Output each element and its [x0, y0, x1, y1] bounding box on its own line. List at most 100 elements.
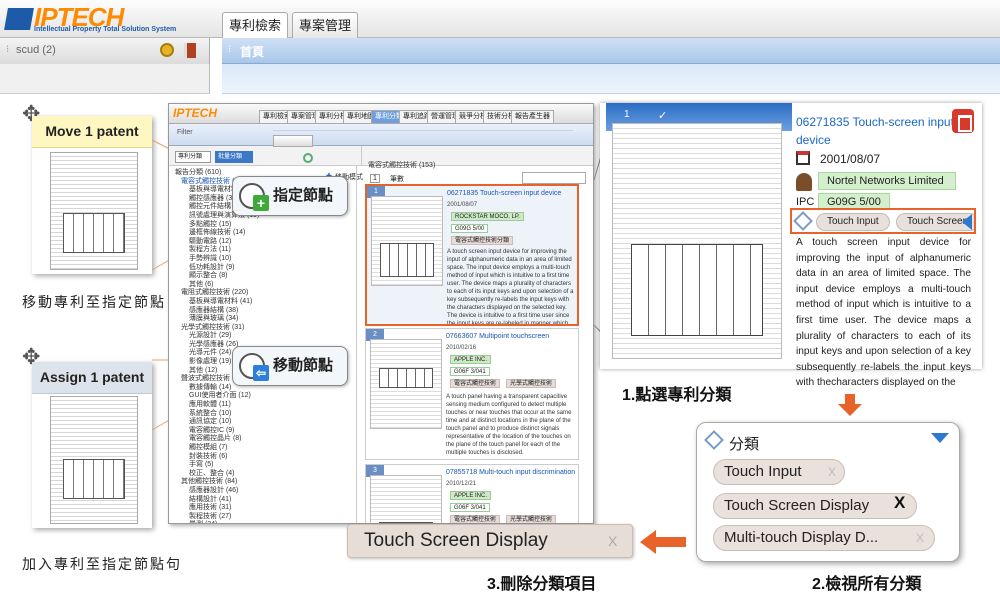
left-panel-strip [0, 64, 210, 94]
refresh-icon[interactable] [303, 153, 313, 163]
step2-label: 2.檢視所有分類 [812, 576, 922, 593]
card-tag[interactable]: 光學式觸控技術 [506, 379, 557, 388]
breadcrumb: ⁝ 首頁 [222, 38, 1000, 64]
card-ipc: G06F 3/041 [450, 367, 490, 376]
close-icon[interactable]: X [828, 460, 836, 484]
result-card-selected[interactable]: 1 06271835 Touch-screen input device 200… [365, 184, 579, 326]
app-tab[interactable]: 報告產生器 [511, 110, 554, 124]
assign-caption: 加入專利至指定節點句 [22, 556, 182, 572]
arrow-left-icon [640, 530, 686, 554]
patent-thumbnail [50, 396, 138, 524]
tree-item[interactable]: 多點觸控 (15) [175, 221, 350, 230]
move-node-bubble[interactable]: ⇦ 移動節點 [232, 346, 348, 386]
classification-panel: 分類 Touch Input X Touch Screen Display X … [696, 422, 960, 562]
arrow-left-icon: ⇦ [253, 365, 269, 381]
assign-patent-label: Assign 1 patent [32, 362, 152, 394]
user-label[interactable]: scud (2) [16, 44, 56, 56]
chevron-down-icon[interactable] [931, 433, 949, 443]
tree-item[interactable]: 手寫 (5) [175, 461, 350, 470]
patent-thumbnail [370, 475, 442, 523]
card-title[interactable]: 07855718 Multi-touch input discriminatio… [446, 469, 575, 476]
tree-item[interactable]: 光源設計 (29) [175, 332, 350, 341]
classification-tags[interactable]: Touch Input Touch Screen [790, 208, 976, 234]
breadcrumb-home[interactable]: 首頁 [240, 43, 264, 60]
card-tag[interactable]: 電容式觸控技術分類 [451, 236, 514, 245]
card-assignee: APPLE INC. [450, 491, 492, 500]
result-card[interactable]: 3 07855718 Multi-touch input discriminat… [365, 464, 579, 523]
move-patent-card[interactable]: Move 1 patent [32, 116, 152, 274]
node-select[interactable]: 專利分類 [175, 151, 211, 163]
card-tag[interactable]: 電容式觸控技術 [450, 379, 501, 388]
tree-item[interactable]: 基板與導電材料 (41) [175, 298, 350, 307]
tree-item[interactable]: GUI使用者介面 (12) [175, 392, 350, 401]
content-strip [222, 64, 1000, 94]
tree-item[interactable]: 結構設計 (41) [175, 496, 350, 505]
tree-item[interactable]: 量測 (24) [175, 521, 350, 523]
class-item[interactable]: Touch Input X [713, 459, 845, 485]
card-abstract: A touch screen input device for improvin… [447, 249, 574, 324]
tree-item[interactable]: 手勢辨識 (10) [175, 255, 350, 264]
patent-detail: 1 ✓ 06271835 Touch-screen input device 2… [600, 103, 982, 388]
tree-item[interactable]: 邊框佈線技術 (14) [175, 229, 350, 238]
tree-item[interactable]: 製程方法 (11) [175, 246, 350, 255]
tree-item[interactable]: 感應器結構 (38) [175, 307, 350, 316]
batch-button[interactable]: 批量分類 [215, 151, 253, 163]
excel-button[interactable] [273, 135, 313, 147]
tree-item[interactable]: 感應器設計 (46) [175, 487, 350, 496]
card-abstract: A touch panel having a transparent capac… [446, 394, 572, 455]
patent-thumbnail [50, 152, 138, 270]
detail-date: 2001/08/07 [820, 152, 881, 166]
tree-item[interactable]: 光學式觸控技術 (31) [175, 324, 350, 333]
tab-patent-search[interactable]: 專利檢索 [222, 12, 288, 38]
assign-patent-card[interactable]: Assign 1 patent [32, 362, 152, 528]
tree-item[interactable]: 通訊協定 (10) [175, 418, 350, 427]
check-icon[interactable]: ✓ [658, 109, 667, 122]
tree-item[interactable]: 電容觸控晶片 (8) [175, 435, 350, 444]
panel-title: 分類 [729, 436, 760, 453]
close-icon[interactable]: X [916, 526, 924, 550]
card-title[interactable]: 07663607 Multipoint touchscreen [446, 333, 549, 340]
tab-project-management[interactable]: 專案管理 [292, 12, 358, 38]
book-icon[interactable] [184, 43, 196, 58]
tree-item[interactable]: 封裝技術 (6) [175, 453, 350, 462]
detail-number: 1 [624, 109, 630, 120]
tree-item[interactable]: 系統整合 (10) [175, 410, 350, 419]
card-assignee: APPLE INC. [450, 355, 492, 364]
result-card[interactable]: 2 07663607 Multipoint touchscreen 2010/0… [365, 328, 579, 460]
app-nav: Filter [169, 124, 593, 146]
tree-item[interactable]: 電阻式觸控技術 (220) [175, 289, 350, 298]
detail-assignee: Nortel Networks Limited [818, 172, 956, 190]
tag-touch-input[interactable]: Touch Input [816, 213, 890, 231]
filter-label[interactable]: Filter [177, 129, 193, 136]
card-tag[interactable]: 電容式觸控技術 [450, 515, 501, 523]
card-date: 2001/08/07 [447, 202, 478, 208]
assign-node-bubble[interactable]: + 指定節點 [232, 176, 348, 216]
class-item[interactable]: Multi-touch Display D... X [713, 525, 935, 551]
tree-item[interactable]: 應用軟體 (11) [175, 401, 350, 410]
card-date: 2010/12/21 [446, 481, 477, 487]
trash-icon[interactable] [952, 109, 974, 133]
detail-title[interactable]: 06271835 Touch-screen input device [796, 113, 956, 149]
move-caption: 移動專利至指定節點 [22, 294, 166, 310]
class-item-delete[interactable]: Touch Screen Display X [713, 493, 917, 519]
class-item-label: Touch Input [724, 463, 802, 480]
assign-node-label: 指定節點 [273, 187, 334, 204]
chevron-left-icon[interactable] [962, 214, 972, 230]
deleted-item-label: Touch Screen Display [364, 530, 548, 551]
deleted-class-item: Touch Screen Display X [347, 524, 633, 558]
app-logo: IPTECH Intellectual Property Total Solut… [4, 2, 216, 36]
tag-icon [793, 211, 813, 231]
tree-item[interactable]: 低功耗設計 (9) [175, 264, 350, 273]
key-icon[interactable] [160, 43, 174, 57]
card-title[interactable]: 06271835 Touch-screen input device [447, 190, 561, 197]
tree-item[interactable]: 薄膜與玻璃 (34) [175, 315, 350, 324]
top-bar: IPTECH Intellectual Property Total Solut… [0, 0, 1000, 38]
tree-item[interactable]: 其他觸控技術 (84) [175, 478, 350, 487]
tree-item[interactable]: 應用技術 (31) [175, 504, 350, 513]
tree-item[interactable]: 顯示整合 (8) [175, 272, 350, 281]
user-panel: ⁝ scud (2) [0, 38, 210, 64]
close-icon[interactable]: X [608, 525, 617, 557]
card-tag[interactable]: 光學式觸控技術 [506, 515, 557, 523]
close-icon[interactable]: X [894, 493, 905, 513]
tree-item[interactable]: 觸控模組 (7) [175, 444, 350, 453]
